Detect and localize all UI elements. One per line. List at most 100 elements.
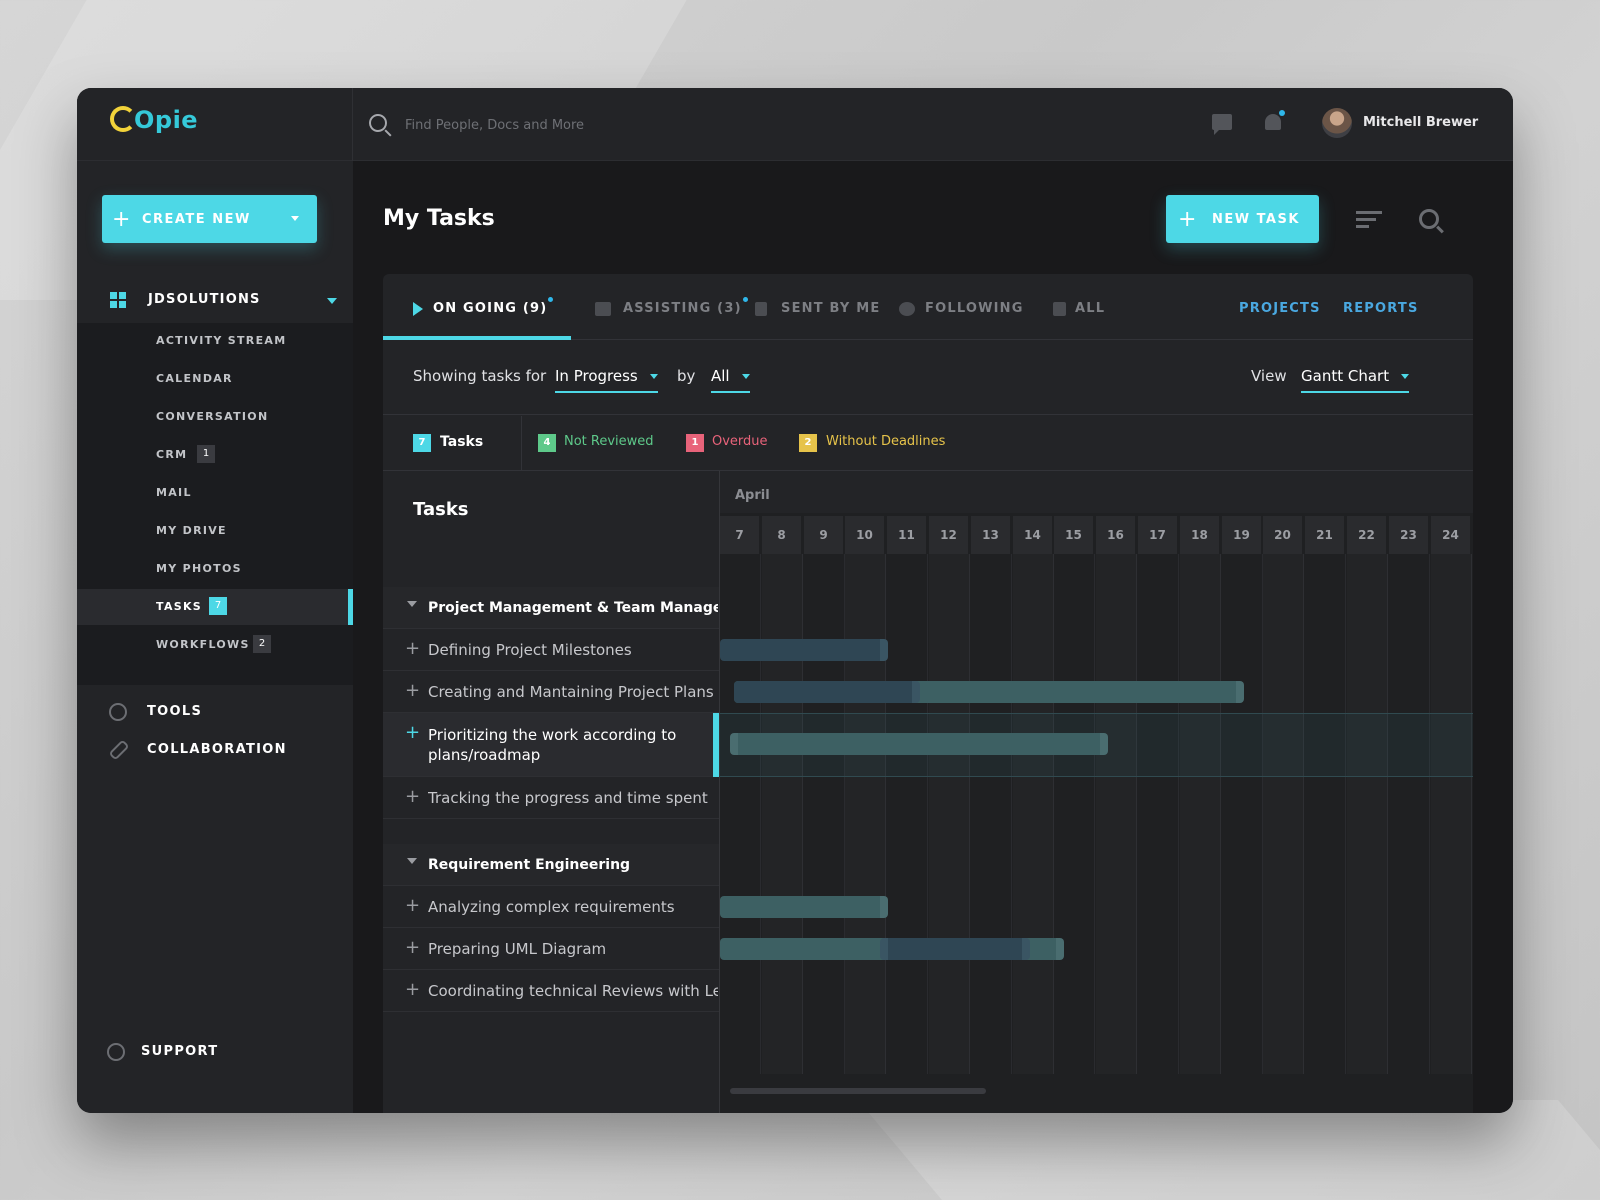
eye-icon (899, 302, 915, 316)
org-selector[interactable]: JDSOLUTIONS (77, 277, 353, 323)
day-column-shade (929, 554, 970, 1074)
plus-icon[interactable]: + (405, 786, 420, 807)
sidebar-item-label: TASKS (156, 600, 203, 613)
plus-icon[interactable]: + (405, 979, 420, 1000)
tab-ongoing[interactable]: ON GOING (9) (433, 297, 554, 316)
task-row[interactable]: + Coordinating technical Reviews with Lea… (383, 970, 719, 1012)
sidebar-collaboration[interactable]: COLLABORATION (77, 731, 353, 769)
gantt-bar-progress[interactable] (880, 938, 1030, 960)
sidebar-item-my-photos[interactable]: MY PHOTOS (77, 551, 353, 587)
gantt-bar[interactable] (720, 639, 888, 661)
tab-following[interactable]: FOLLOWING (925, 301, 1024, 316)
reports-link[interactable]: REPORTS (1343, 301, 1419, 316)
view-value: Gantt Chart (1301, 367, 1390, 385)
day-column-shade (1180, 554, 1221, 1074)
sidebar-item-label: CRM (156, 448, 188, 461)
overdue-filter[interactable]: Overdue (712, 434, 768, 449)
gantt-bar[interactable] (720, 896, 888, 918)
plus-icon[interactable]: + (405, 722, 420, 743)
day-label: 23 (1389, 516, 1428, 554)
day-column-shade (845, 554, 886, 1074)
day-label: 19 (1222, 516, 1261, 554)
count-badge: 1 (197, 445, 215, 463)
task-row[interactable]: + Defining Project Milestones (383, 629, 719, 671)
task-row[interactable]: + Tracking the progress and time spent (383, 777, 719, 819)
task-row[interactable]: + Creating and Mantaining Project Plans (383, 671, 719, 713)
sidebar-item-my-drive[interactable]: MY DRIVE (77, 513, 353, 549)
chevron-down-icon (327, 298, 337, 304)
plus-icon[interactable]: + (405, 638, 420, 659)
no-deadline-filter[interactable]: Without Deadlines (826, 434, 945, 449)
collapse-icon[interactable] (407, 858, 417, 864)
view-select[interactable]: Gantt Chart (1301, 367, 1410, 393)
day-label: 8 (762, 516, 801, 554)
chat-icon[interactable] (1212, 114, 1232, 135)
task-group-row[interactable]: Requirement Engineering (383, 844, 719, 886)
day-label: 16 (1096, 516, 1135, 554)
sidebar-tools[interactable]: TOOLS (77, 693, 353, 731)
sidebar-item-crm[interactable]: CRM 1 (77, 437, 353, 473)
task-row[interactable]: + Analyzing complex requirements (383, 886, 719, 928)
new-task-label: NEW TASK (1211, 211, 1300, 227)
task-name: Coordinating technical Reviews with Lead (428, 982, 718, 1000)
gantt-bar-progress[interactable] (734, 681, 920, 703)
group-name: Project Management & Team Management (428, 600, 718, 616)
day-column-shade (1263, 554, 1304, 1074)
notification-bell-icon[interactable] (1265, 110, 1285, 130)
share-icon (595, 302, 611, 316)
overdue-badge: 1 (686, 434, 704, 452)
horizontal-scrollbar[interactable] (730, 1088, 986, 1094)
tasks-panel: ON GOING (9) ASSISTING (3) SENT BY ME FO… (383, 274, 1473, 1113)
view-label: View (1251, 367, 1287, 385)
gantt-timeline: April 7 8 9 10 11 12 13 14 15 16 17 18 19 20 21 22 23 24 (719, 471, 1473, 1113)
sidebar-item-tasks[interactable]: TASKS 7 (77, 589, 353, 625)
assignee-select[interactable]: All (711, 367, 750, 393)
task-name: Analyzing complex requirements (428, 898, 675, 916)
user-name[interactable]: Mitchell Brewer (1363, 115, 1478, 130)
gantt-bar[interactable] (730, 733, 1108, 755)
task-group-row[interactable]: Project Management & Team Management (383, 587, 719, 629)
app-logo[interactable]: Opie (110, 106, 198, 134)
create-new-label: CREATE NEW (141, 211, 251, 227)
sidebar-item-conversation[interactable]: CONVERSATION (77, 399, 353, 435)
task-list: Project Management & Team Management + De… (383, 471, 720, 1113)
day-gridline (1178, 554, 1179, 1074)
tab-sent-by-me[interactable]: SENT BY ME (781, 301, 880, 316)
sidebar-support[interactable]: SUPPORT (77, 1033, 353, 1071)
create-new-button[interactable]: + CREATE NEW (102, 195, 317, 243)
plus-icon[interactable]: + (405, 895, 420, 916)
task-row[interactable]: + Preparing UML Diagram (383, 928, 719, 970)
day-gridline (1345, 554, 1346, 1074)
plus-icon[interactable]: + (405, 680, 420, 701)
month-header: April (720, 471, 1473, 513)
not-reviewed-filter[interactable]: Not Reviewed (564, 434, 654, 449)
sidebar-item-calendar[interactable]: CALENDAR (77, 361, 353, 397)
tasks-filter-label[interactable]: Tasks (440, 434, 483, 450)
projects-link[interactable]: PROJECTS (1239, 301, 1321, 316)
tab-all[interactable]: ALL (1075, 301, 1105, 316)
day-label: 13 (971, 516, 1010, 554)
tab-assisting[interactable]: ASSISTING (3) (623, 297, 748, 316)
sidebar-item-activity-stream[interactable]: ACTIVITY STREAM (77, 323, 353, 359)
search-icon[interactable] (1419, 209, 1439, 229)
global-search-input[interactable] (405, 112, 905, 138)
sidebar-item-mail[interactable]: MAIL (77, 475, 353, 511)
task-row-selected[interactable]: + Prioritizing the work according to plan… (383, 713, 719, 777)
day-label: 21 (1305, 516, 1344, 554)
day-gridline (1429, 554, 1430, 1074)
plus-icon[interactable]: + (405, 937, 420, 958)
filter-bar: Showing tasks for In Progress by All Vie… (383, 341, 1473, 415)
user-avatar[interactable] (1322, 108, 1352, 138)
link-icon (108, 739, 130, 761)
tab-label: ON GOING (9) (433, 301, 548, 316)
sort-icon[interactable] (1356, 211, 1382, 229)
status-select[interactable]: In Progress (555, 367, 658, 393)
day-label: 9 (804, 516, 843, 554)
collapse-icon[interactable] (407, 601, 417, 607)
plus-icon: + (112, 206, 132, 232)
sidebar-item-workflows[interactable]: WORKFLOWS 2 (77, 627, 353, 663)
divider (521, 416, 522, 471)
chevron-down-icon (1401, 374, 1410, 379)
new-task-button[interactable]: + NEW TASK (1166, 195, 1319, 243)
chevron-down-icon (741, 374, 750, 379)
